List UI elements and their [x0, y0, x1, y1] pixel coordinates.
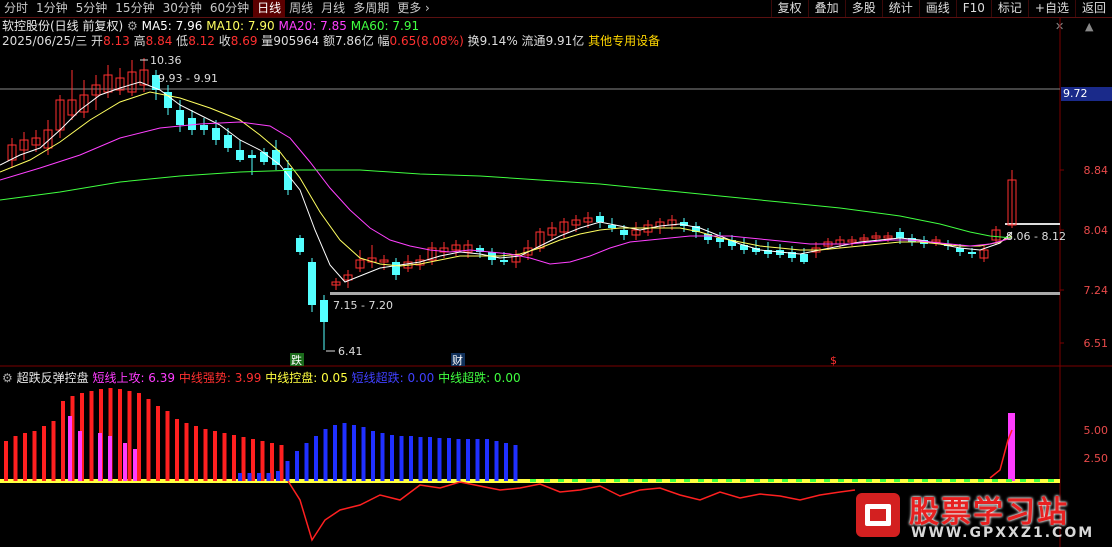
- candle-body: [200, 125, 208, 130]
- mid-oversold-dot: [530, 479, 536, 482]
- candle-body: [968, 252, 976, 254]
- current-price-box: 9.72: [1061, 87, 1112, 101]
- mid-oversold-dot: [852, 479, 858, 482]
- oversold-curve: [287, 480, 856, 542]
- indicator-axis-label-1: 2.50: [1083, 452, 1109, 465]
- indicator-title-line: ⚙ 超跌反弹控盘 短线上攻: 6.39 中线强势: 3.99 中线控盘: 0.0…: [2, 371, 521, 385]
- mid-oversold-dot: [768, 479, 774, 482]
- indicator-gear-icon[interactable]: ⚙: [2, 371, 13, 385]
- tag-cai-label: 财: [452, 353, 463, 367]
- candle-body: [224, 135, 232, 148]
- mid-oversold-dot: [754, 479, 760, 482]
- candle-body: [212, 128, 220, 140]
- price-axis-label-4: 6.51: [1083, 337, 1109, 350]
- indicator-name[interactable]: 超跌反弹控盘: [17, 371, 89, 385]
- candle-body: [176, 110, 184, 125]
- ma5-line: [0, 81, 1013, 283]
- ma60-line: [0, 169, 1013, 239]
- mid-oversold-dot: [558, 479, 564, 482]
- indicator-axis-label-0: 5.00: [1083, 424, 1109, 437]
- ind-short-oversold: 短线超跌: 0.00: [351, 371, 435, 385]
- candle-body: [296, 238, 304, 252]
- mid-oversold-dot: [936, 479, 942, 482]
- mid-oversold-dot: [740, 479, 746, 482]
- price-axis-label-1: 8.84: [1083, 164, 1109, 177]
- ma20-line: [0, 121, 1013, 265]
- mid-oversold-dot: [628, 479, 634, 482]
- mid-oversold-dot: [824, 479, 830, 482]
- ind-mid-oversold: 中线超跌: 0.00: [438, 371, 521, 385]
- mid-oversold-dot: [544, 479, 550, 482]
- candle-body: [800, 254, 808, 262]
- high-mark-label: 10.36: [150, 54, 182, 67]
- mid-oversold-dot: [838, 479, 844, 482]
- ind-short-attack: 短线上攻: 6.39: [92, 371, 176, 385]
- candle-body: [272, 150, 280, 165]
- last-attack-bar: [1008, 413, 1015, 481]
- candle-body: [236, 150, 244, 160]
- mid-oversold-dot: [1020, 479, 1026, 482]
- candle-body: [620, 230, 628, 235]
- range1-label: 9.93 - 9.91: [158, 72, 218, 85]
- price-axis-label-3: 7.24: [1083, 284, 1109, 297]
- candle-body: [320, 300, 328, 322]
- range3-label: 8.06 - 8.12: [1006, 230, 1066, 243]
- candle-body: [308, 262, 316, 305]
- mid-oversold-dot: [586, 479, 592, 482]
- mid-oversold-dot: [950, 479, 956, 482]
- tag-die-label: 跌: [291, 353, 302, 367]
- mid-oversold-dot: [964, 479, 970, 482]
- candle-body: [596, 216, 604, 222]
- mid-oversold-dot: [1034, 479, 1040, 482]
- mid-oversold-dot: [894, 479, 900, 482]
- mid-oversold-dot: [908, 479, 914, 482]
- mid-oversold-dot: [1048, 479, 1054, 482]
- mid-oversold-dot: [782, 479, 788, 482]
- price-axis-label-2: 8.04: [1083, 224, 1109, 237]
- book-logo-icon: [856, 493, 900, 537]
- candle-body: [248, 155, 256, 158]
- low-mark-label: 6.41: [338, 345, 363, 358]
- ind-mid-control: 中线控盘: 0.05: [265, 371, 348, 385]
- kline-chart[interactable]: 10.36 9.93 - 9.91 7.15 - 7.20 6.41 8.06 - 8.…: [0, 0, 1112, 547]
- candle-body: [500, 260, 508, 262]
- mid-oversold-dot: [600, 479, 606, 482]
- mid-oversold-dot: [656, 479, 662, 482]
- tag-dollar-label: $: [830, 354, 837, 367]
- mid-oversold-dot: [642, 479, 648, 482]
- mid-oversold-dot: [726, 479, 732, 482]
- mid-oversold-dot: [880, 479, 886, 482]
- range2-label: 7.15 - 7.20: [333, 299, 393, 312]
- mid-oversold-dot: [866, 479, 872, 482]
- candle-body: [188, 118, 196, 130]
- mid-oversold-dot: [1006, 479, 1012, 482]
- mid-oversold-dot: [572, 479, 578, 482]
- watermark: 股票学习站 WWW.GPXXZ1.COM: [853, 487, 1112, 547]
- support-bar: [330, 292, 1060, 295]
- mid-oversold-dot: [712, 479, 718, 482]
- mid-oversold-dot: [922, 479, 928, 482]
- mid-oversold-dot: [698, 479, 704, 482]
- mid-oversold-dot: [614, 479, 620, 482]
- watermark-url: WWW.GPXXZ1.COM: [911, 525, 1095, 541]
- mid-oversold-dot: [670, 479, 676, 482]
- mid-oversold-dot: [684, 479, 690, 482]
- candle-body: [392, 262, 400, 275]
- mid-oversold-dot: [978, 479, 984, 482]
- mid-oversold-dot: [796, 479, 802, 482]
- ind-mid-strong: 中线强势: 3.99: [178, 371, 262, 385]
- mid-oversold-dot: [992, 479, 998, 482]
- candle-body: [896, 232, 904, 238]
- mid-oversold-dot: [810, 479, 816, 482]
